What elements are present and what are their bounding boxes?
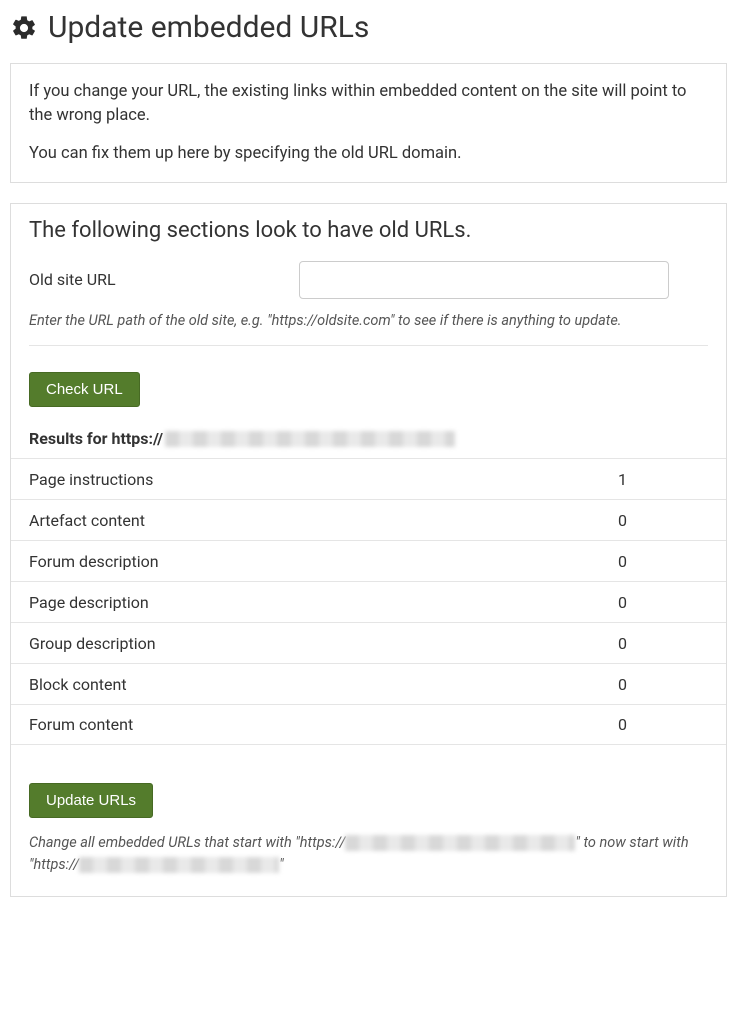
result-label: Page instructions [29, 470, 153, 489]
result-label: Forum description [29, 552, 159, 571]
section-heading: The following sections look to have old … [11, 204, 726, 261]
update-footnote: Change all embedded URLs that start with… [29, 832, 708, 876]
result-count: 1 [618, 470, 708, 489]
table-row: Forum content 0 [11, 704, 726, 745]
old-url-label: Old site URL [29, 270, 279, 289]
result-count: 0 [618, 715, 708, 734]
result-count: 0 [618, 634, 708, 653]
footnote-prefix: Change all embedded URLs that start with… [29, 834, 345, 851]
check-url-button[interactable]: Check URL [29, 372, 140, 407]
table-row: Page description 0 [11, 581, 726, 622]
result-label: Page description [29, 593, 149, 612]
table-row: Artefact content 0 [11, 499, 726, 540]
result-label: Block content [29, 675, 127, 694]
result-count: 0 [618, 675, 708, 694]
intro-panel: If you change your URL, the existing lin… [10, 63, 727, 183]
table-row: Forum description 0 [11, 540, 726, 581]
result-label: Forum content [29, 715, 133, 734]
intro-paragraph-2: You can fix them up here by specifying t… [29, 142, 708, 166]
redacted-to-url [79, 857, 279, 873]
old-url-row: Old site URL [29, 261, 708, 299]
table-row: Group description 0 [11, 622, 726, 663]
page-title: Update embedded URLs [10, 10, 727, 45]
results-table: Page instructions1Artefact content0Forum… [11, 458, 726, 745]
result-label: Artefact content [29, 511, 145, 530]
intro-paragraph-1: If you change your URL, the existing lin… [29, 80, 708, 128]
result-count: 0 [618, 593, 708, 612]
results-header-prefix: Results for https:// [29, 429, 163, 448]
redacted-url [165, 431, 455, 447]
result-count: 0 [618, 511, 708, 530]
result-count: 0 [618, 552, 708, 571]
table-row: Block content 0 [11, 663, 726, 704]
result-label: Group description [29, 634, 156, 653]
results-header: Results for https:// [29, 407, 708, 458]
footnote-suffix: " [279, 856, 284, 873]
gear-icon [10, 14, 38, 42]
update-urls-button[interactable]: Update URLs [29, 783, 153, 818]
table-row: Page instructions 1 [11, 458, 726, 499]
main-panel: The following sections look to have old … [10, 203, 727, 897]
separator [29, 345, 708, 346]
old-url-input[interactable] [299, 261, 669, 299]
redacted-from-url [345, 835, 575, 851]
page-title-text: Update embedded URLs [48, 10, 369, 45]
old-url-help: Enter the URL path of the old site, e.g.… [29, 311, 708, 331]
